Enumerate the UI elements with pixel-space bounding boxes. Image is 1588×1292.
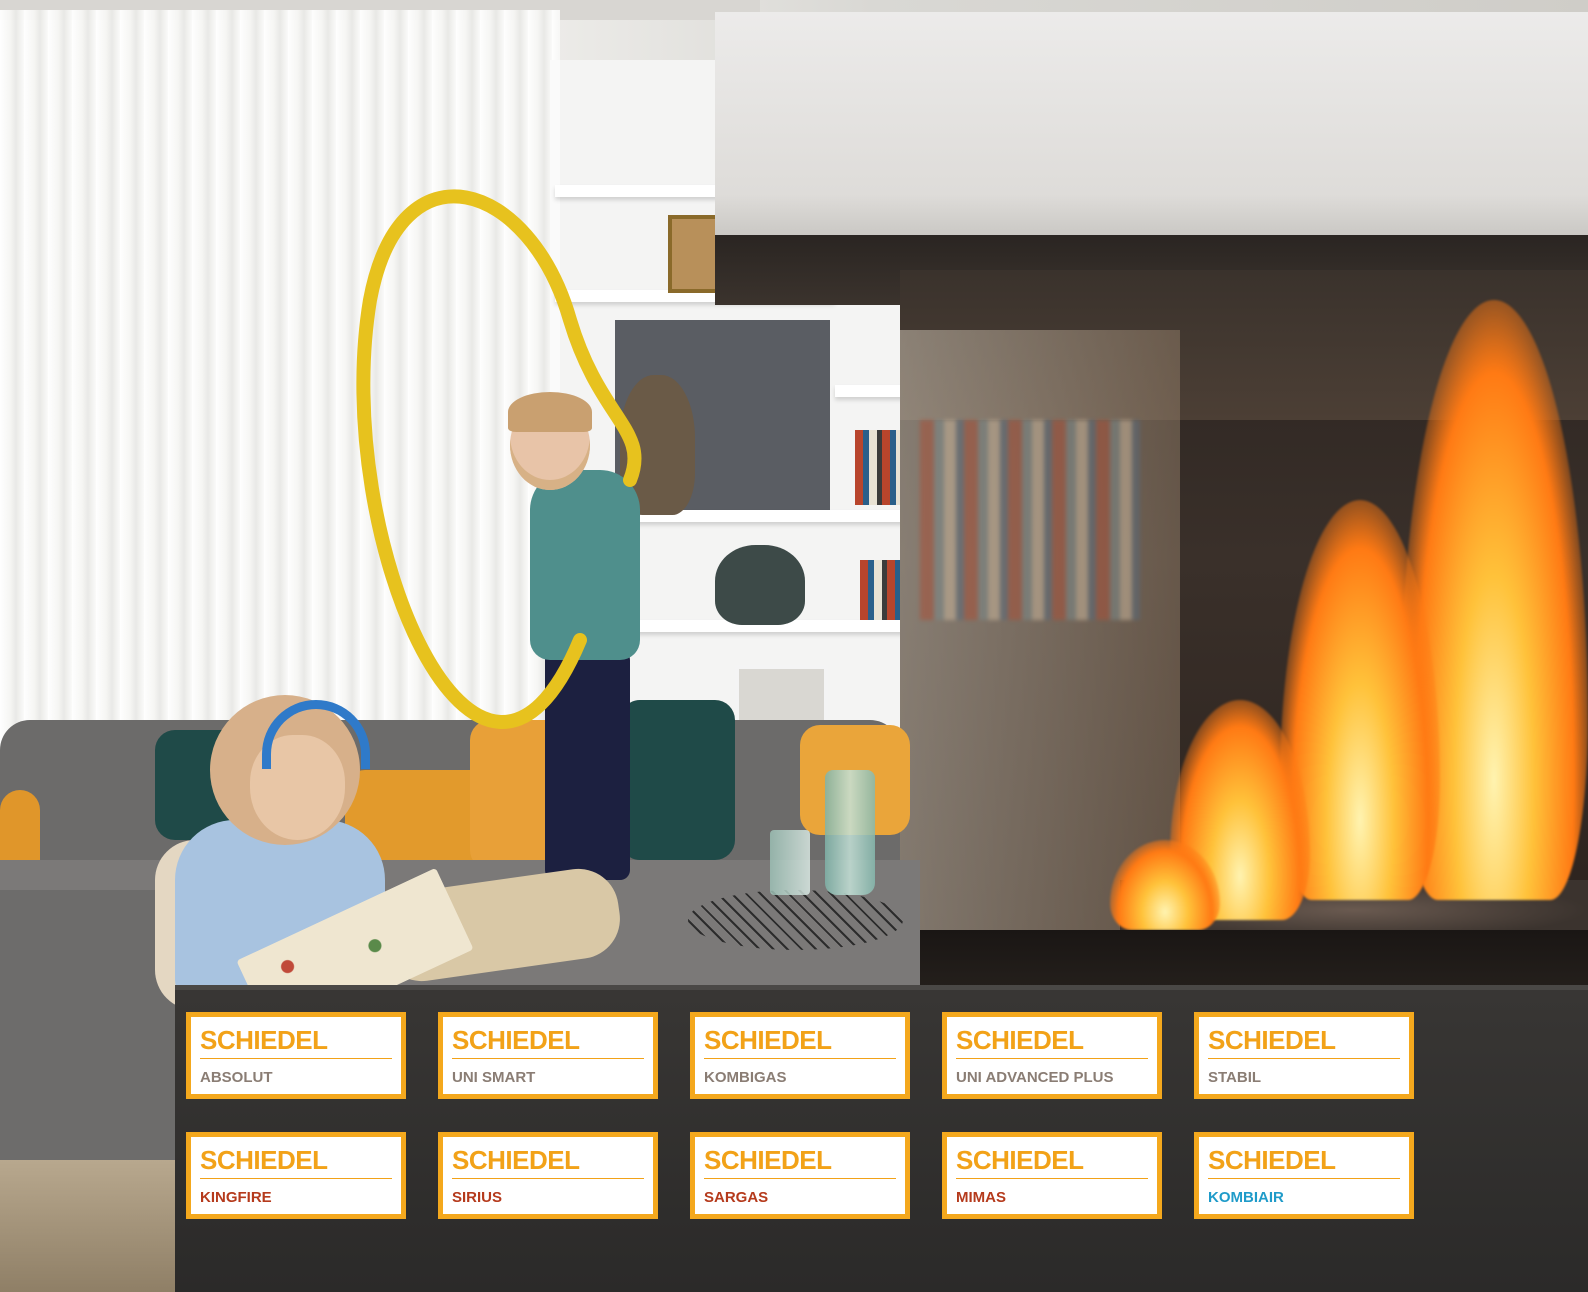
brand-name: SCHIEDEL [704,1025,832,1055]
divider [704,1178,896,1179]
divider [704,1058,896,1059]
divider [956,1178,1148,1179]
divider [1208,1058,1400,1059]
product-label-kombiair[interactable]: SCHIEDEL KOMBIAIR [1194,1132,1414,1219]
product-label-sargas[interactable]: SCHIEDEL SARGAS [690,1132,910,1219]
brand-name: SCHIEDEL [452,1145,580,1175]
product-name: UNI ADVANCED PLUS [956,1069,1114,1086]
product-label-kingfire[interactable]: SCHIEDEL KINGFIRE [186,1132,406,1219]
product-name: SARGAS [704,1189,769,1206]
product-name: KINGFIRE [200,1189,272,1206]
divider [1208,1178,1400,1179]
product-label-stabil[interactable]: SCHIEDEL STABIL [1194,1012,1414,1099]
product-name: ABSOLUT [200,1069,273,1086]
product-label-sirius[interactable]: SCHIEDEL SIRIUS [438,1132,658,1219]
brand-name: SCHIEDEL [200,1145,328,1175]
brand-name: SCHIEDEL [1208,1025,1336,1055]
brand-name: SCHIEDEL [956,1025,1084,1055]
product-name: UNI SMART [452,1069,536,1086]
divider [452,1058,644,1059]
brand-name: SCHIEDEL [956,1145,1084,1175]
divider [200,1178,392,1179]
product-labels: SCHIEDEL ABSOLUT SCHIEDEL UNI SMART SCHI… [0,0,1588,1292]
brand-name: SCHIEDEL [1208,1145,1336,1175]
product-name: STABIL [1208,1069,1262,1086]
brand-name: SCHIEDEL [200,1025,328,1055]
product-name: MIMAS [956,1189,1006,1206]
product-label-mimas[interactable]: SCHIEDEL MIMAS [942,1132,1162,1219]
brand-name: SCHIEDEL [704,1145,832,1175]
product-name: KOMBIGAS [704,1069,787,1086]
divider [200,1058,392,1059]
divider [452,1178,644,1179]
divider [956,1058,1148,1059]
product-name: KOMBIAIR [1208,1189,1284,1206]
brand-name: SCHIEDEL [452,1025,580,1055]
product-label-uni-advanced-plus[interactable]: SCHIEDEL UNI ADVANCED PLUS [942,1012,1162,1099]
product-label-absolut[interactable]: SCHIEDEL ABSOLUT [186,1012,406,1099]
product-label-kombigas[interactable]: SCHIEDEL KOMBIGAS [690,1012,910,1099]
product-name: SIRIUS [452,1189,503,1206]
product-label-uni-smart[interactable]: SCHIEDEL UNI SMART [438,1012,658,1099]
